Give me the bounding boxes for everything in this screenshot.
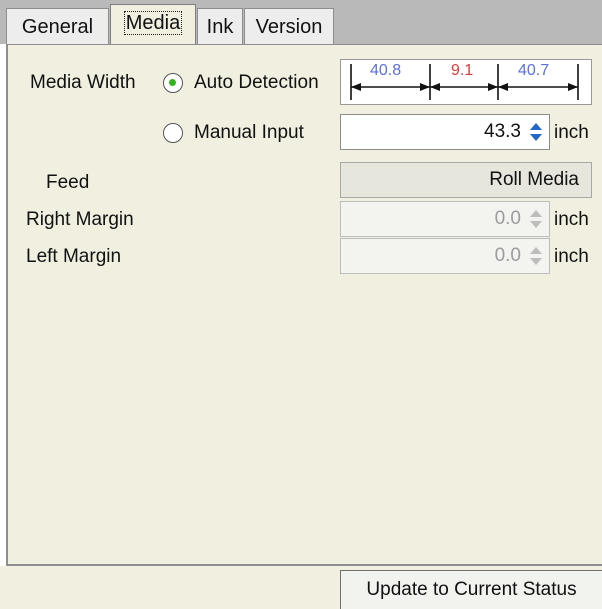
right-margin-label: Right Margin <box>26 209 134 230</box>
diagram-right-width: 40.7 <box>518 62 550 79</box>
tab-general-label: General <box>21 16 94 38</box>
left-margin-stepper[interactable]: 0.0 <box>340 238 550 274</box>
feed-label: Feed <box>46 172 90 193</box>
radio-selected-dot <box>169 79 176 86</box>
left-margin-unit: inch <box>554 246 589 267</box>
up-down-arrows-icon[interactable] <box>528 245 544 267</box>
tab-ink-label: Ink <box>206 16 234 38</box>
media-width-label: Media Width <box>30 72 136 93</box>
media-width-diagram: 40.8 9.1 40.7 <box>340 59 592 105</box>
tab-version-label: Version <box>255 16 323 38</box>
tab-media[interactable]: Media <box>110 4 196 45</box>
update-to-current-status-button[interactable]: Update to Current Status <box>340 570 602 609</box>
auto-detection-label[interactable]: Auto Detection <box>194 72 319 94</box>
left-margin-label: Left Margin <box>26 246 122 267</box>
auto-detection-radio[interactable] <box>163 73 183 93</box>
manual-width-value: 43.3 <box>484 121 521 142</box>
up-down-arrows-icon[interactable] <box>528 121 544 143</box>
feed-value-field: Roll Media <box>340 162 592 198</box>
right-margin-stepper[interactable]: 0.0 <box>340 201 550 237</box>
right-margin-unit: inch <box>554 209 589 230</box>
manual-input-label[interactable]: Manual Input <box>194 122 304 144</box>
tab-strip: General Media Ink Version <box>0 0 602 45</box>
tab-ink[interactable]: Ink <box>197 8 243 44</box>
manual-width-unit: inch <box>554 122 589 143</box>
right-margin-value: 0.0 <box>494 208 521 229</box>
up-down-arrows-icon[interactable] <box>528 208 544 230</box>
tab-media-label: Media <box>123 11 183 35</box>
feed-value: Roll Media <box>489 169 579 190</box>
left-margin-value: 0.0 <box>494 245 521 266</box>
diagram-left-width: 40.8 <box>370 62 402 79</box>
tab-version[interactable]: Version <box>244 8 334 44</box>
diagram-gap-width: 9.1 <box>451 62 474 79</box>
manual-input-radio[interactable] <box>163 123 183 143</box>
manual-width-stepper[interactable]: 43.3 <box>340 114 550 150</box>
tab-general[interactable]: General <box>6 8 109 44</box>
